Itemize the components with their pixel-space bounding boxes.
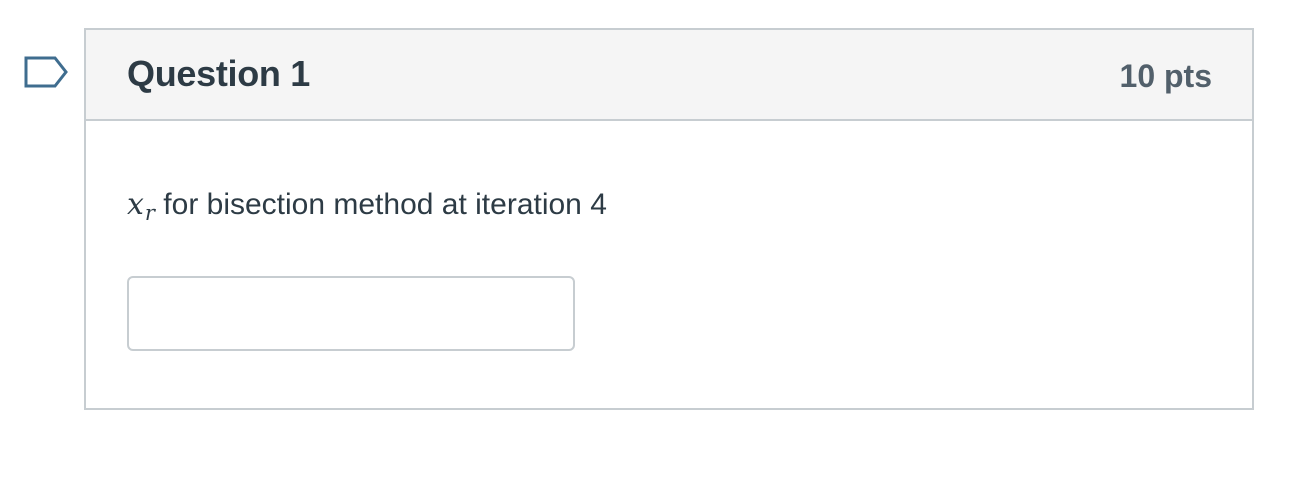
question-text: xr for bisection method at iteration 4 [127,185,607,227]
question-title: Question 1 [127,53,311,94]
question-text-rest: for bisection method at iteration 4 [154,188,607,221]
question-points: 10 pts [1119,58,1212,94]
question-header: Question 1 10 pts [86,30,1252,121]
question-body: xr for bisection method at iteration 4 [86,121,1252,408]
math-variable: x [127,187,144,222]
answer-input[interactable] [127,276,575,351]
math-subscript: r [144,201,155,225]
question-card: Question 1 10 pts xr for bisection metho… [84,28,1254,410]
flag-question-icon[interactable] [24,56,68,90]
